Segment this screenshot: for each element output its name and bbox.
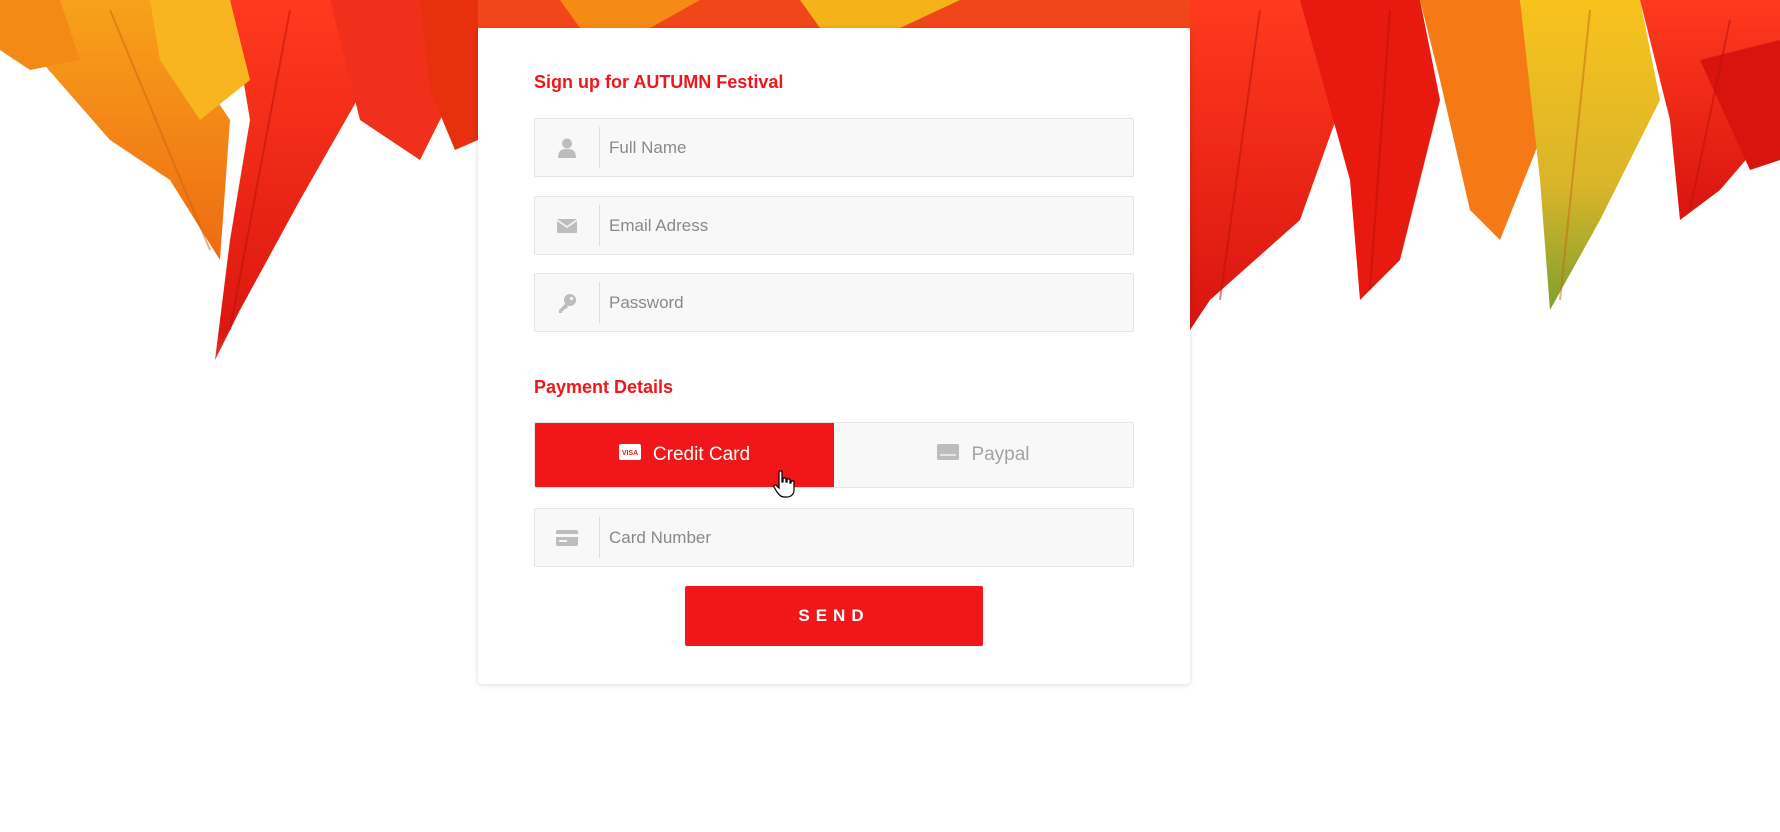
payment-title: Payment Details	[534, 377, 674, 397]
paypal-option[interactable]: Paypal	[834, 423, 1133, 487]
password-field	[534, 273, 1134, 332]
password-input[interactable]	[600, 274, 1133, 331]
email-input[interactable]	[600, 197, 1133, 254]
email-field	[534, 196, 1134, 255]
envelope-icon	[535, 197, 599, 254]
svg-text:VISA: VISA	[622, 450, 638, 457]
credit-card-icon	[535, 509, 599, 566]
card-number-field	[534, 508, 1134, 567]
send-button[interactable]: SEND	[685, 586, 983, 646]
visa-card-icon: VISA	[618, 444, 641, 466]
credit-card-label: Credit Card	[652, 444, 751, 465]
paypal-card-icon	[937, 444, 960, 466]
form-title: Sign up for AUTUMN Festival	[534, 72, 784, 92]
page-background: Sign up for AUTUMN Festival Full Name Em…	[0, 0, 1780, 832]
paypal-label: Paypal	[971, 444, 1030, 465]
card-number-input[interactable]	[600, 509, 1133, 566]
full-name-field	[534, 118, 1134, 177]
full-name-input[interactable]	[600, 119, 1133, 176]
user-icon	[535, 119, 599, 176]
key-icon	[535, 274, 599, 331]
signup-card: Sign up for AUTUMN Festival Full Name Em…	[478, 28, 1190, 684]
payment-method-toggle: VISA Credit Card Paypal	[534, 422, 1134, 488]
hand-cursor-icon	[773, 470, 795, 498]
